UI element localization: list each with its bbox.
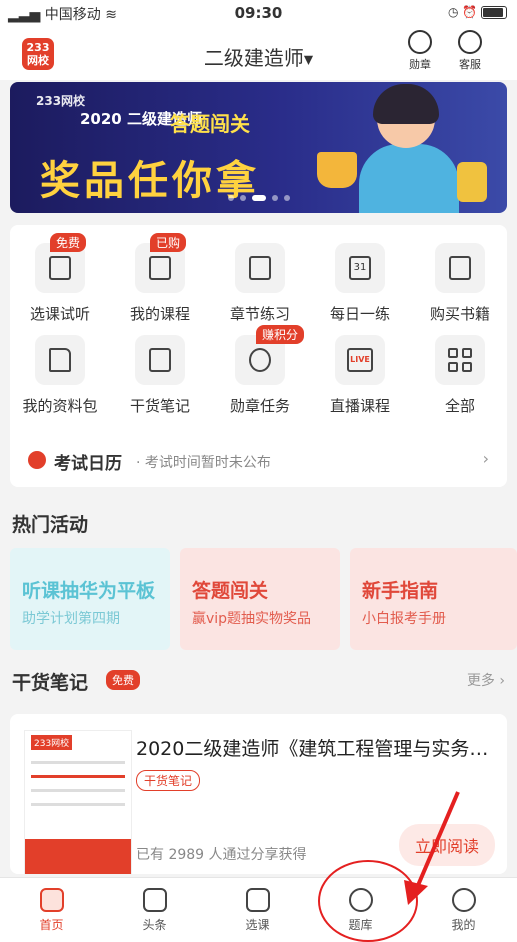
note-title: 2020二级建造师《建筑工程管理与实务》章节思维导图+核心考点 bbox=[136, 738, 496, 760]
quick-entry-card: 免费 选课试听 已购 我的课程 章节练习 31 每日一练 购买书籍 我的资料包 … bbox=[10, 225, 507, 487]
badge-free: 免费 bbox=[50, 233, 87, 252]
grid-item-all[interactable]: 全部 bbox=[410, 335, 510, 416]
grid-item-medal-tasks[interactable]: 赚积分 勋章任务 bbox=[210, 325, 310, 416]
exam-calendar-title: 考试日历 bbox=[54, 454, 122, 474]
profile-icon bbox=[451, 888, 476, 912]
note-thumbnail: 233网校 bbox=[24, 730, 132, 874]
tab-news[interactable]: 头条 bbox=[103, 878, 206, 933]
banner-pagination bbox=[10, 186, 507, 205]
activity-card-huawei[interactable]: 听课抽华为平板 助学计划第四期 bbox=[10, 548, 170, 650]
grid-item-my-materials[interactable]: 我的资料包 bbox=[10, 335, 110, 416]
badge-purchased: 已购 bbox=[150, 233, 187, 252]
tab-courses[interactable]: 选课 bbox=[206, 878, 309, 933]
free-badge: 免费 bbox=[106, 670, 140, 690]
note-share-count: 已有 2989 人通过分享获得 bbox=[136, 847, 307, 863]
news-icon bbox=[142, 888, 167, 912]
folder-icon bbox=[35, 335, 85, 385]
pagination-dot[interactable] bbox=[227, 195, 234, 201]
pagination-dot[interactable] bbox=[271, 195, 278, 201]
medal-task-icon: 赚积分 bbox=[235, 325, 305, 385]
badge-earn-points: 赚积分 bbox=[256, 325, 305, 344]
note-tag: 干货笔记 bbox=[136, 770, 201, 791]
grid-all-icon bbox=[435, 335, 485, 385]
note-card[interactable]: 233网校 2020二级建造师《建筑工程管理与实务》章节思维导图+核心考点 干货… bbox=[10, 714, 507, 874]
status-bar: ▂▃▅ 中国移动 ≋ 09:30 ◷ ⏰ bbox=[0, 0, 517, 26]
bottom-tab-bar: 首页 头条 选课 题库 我的 bbox=[0, 877, 517, 942]
calendar-icon: 31 bbox=[335, 243, 385, 293]
grid-item-daily-practice[interactable]: 31 每日一练 bbox=[310, 243, 410, 324]
customer-service-button[interactable]: 客服 bbox=[450, 30, 490, 72]
exam-calendar-text: · 考试时间暂时未公布 bbox=[136, 455, 271, 471]
trophy-icon bbox=[317, 152, 357, 188]
activity-card-guide[interactable]: 新手指南 小白报考手册 bbox=[350, 548, 517, 650]
shopping-bag-icon bbox=[245, 888, 270, 912]
banner-highlight: 答题闯关 bbox=[170, 112, 250, 136]
book-open-icon: 免费 bbox=[35, 233, 87, 293]
pagination-dot-active[interactable] bbox=[251, 195, 266, 201]
headset-icon bbox=[458, 30, 482, 54]
banner-figure-hair bbox=[373, 84, 439, 124]
notes-icon bbox=[135, 335, 185, 385]
battery-icon: ◷ ⏰ bbox=[448, 5, 507, 19]
home-icon bbox=[39, 888, 64, 912]
hot-activities-title: 热门活动 bbox=[12, 514, 89, 536]
annotation-circle bbox=[318, 860, 418, 942]
tab-home[interactable]: 首页 bbox=[0, 878, 103, 933]
promo-banner[interactable]: 233网校 2020 二级建造师 答题闯关 奖品任你拿 bbox=[10, 82, 507, 213]
app-header: 233 网校 二级建造师▼ 勋章 客服 bbox=[0, 26, 517, 80]
exam-calendar-row[interactable]: 考试日历 · 考试时间暂时未公布 › bbox=[10, 441, 507, 481]
read-now-button[interactable]: 立即阅读 bbox=[398, 824, 495, 866]
grid-item-trial-course[interactable]: 免费 选课试听 bbox=[10, 233, 110, 324]
grid-item-live-courses[interactable]: LIVE 直播课程 bbox=[310, 335, 410, 416]
page-title: 二级建造师 bbox=[203, 46, 304, 70]
chevron-right-icon: › bbox=[482, 449, 489, 468]
video-course-icon: 已购 bbox=[135, 233, 187, 293]
activity-card-quiz[interactable]: 答题闯关 赢vip题抽实物奖品 bbox=[180, 548, 340, 650]
grid-item-chapter-practice[interactable]: 章节练习 bbox=[210, 243, 310, 324]
notes-section-title: 干货笔记 bbox=[12, 672, 89, 694]
pagination-dot[interactable] bbox=[283, 195, 290, 201]
caret-down-icon: ▼ bbox=[303, 52, 314, 67]
clock: 09:30 bbox=[234, 4, 283, 22]
live-icon: LIVE bbox=[335, 335, 385, 385]
tab-profile[interactable]: 我的 bbox=[412, 878, 515, 933]
pagination-dot[interactable] bbox=[239, 195, 246, 201]
list-doc-icon bbox=[235, 243, 285, 293]
medal-icon bbox=[408, 30, 432, 54]
more-link[interactable]: 更多 › bbox=[467, 670, 505, 690]
grid-item-my-courses[interactable]: 已购 我的课程 bbox=[110, 233, 210, 324]
banner-logo: 233网校 bbox=[36, 94, 86, 108]
clock-icon bbox=[28, 451, 46, 469]
medal-button[interactable]: 勋章 bbox=[400, 30, 440, 72]
grid-item-notes[interactable]: 干货笔记 bbox=[110, 335, 210, 416]
book-icon bbox=[435, 243, 485, 293]
grid-item-buy-books[interactable]: 购买书籍 bbox=[410, 243, 510, 324]
